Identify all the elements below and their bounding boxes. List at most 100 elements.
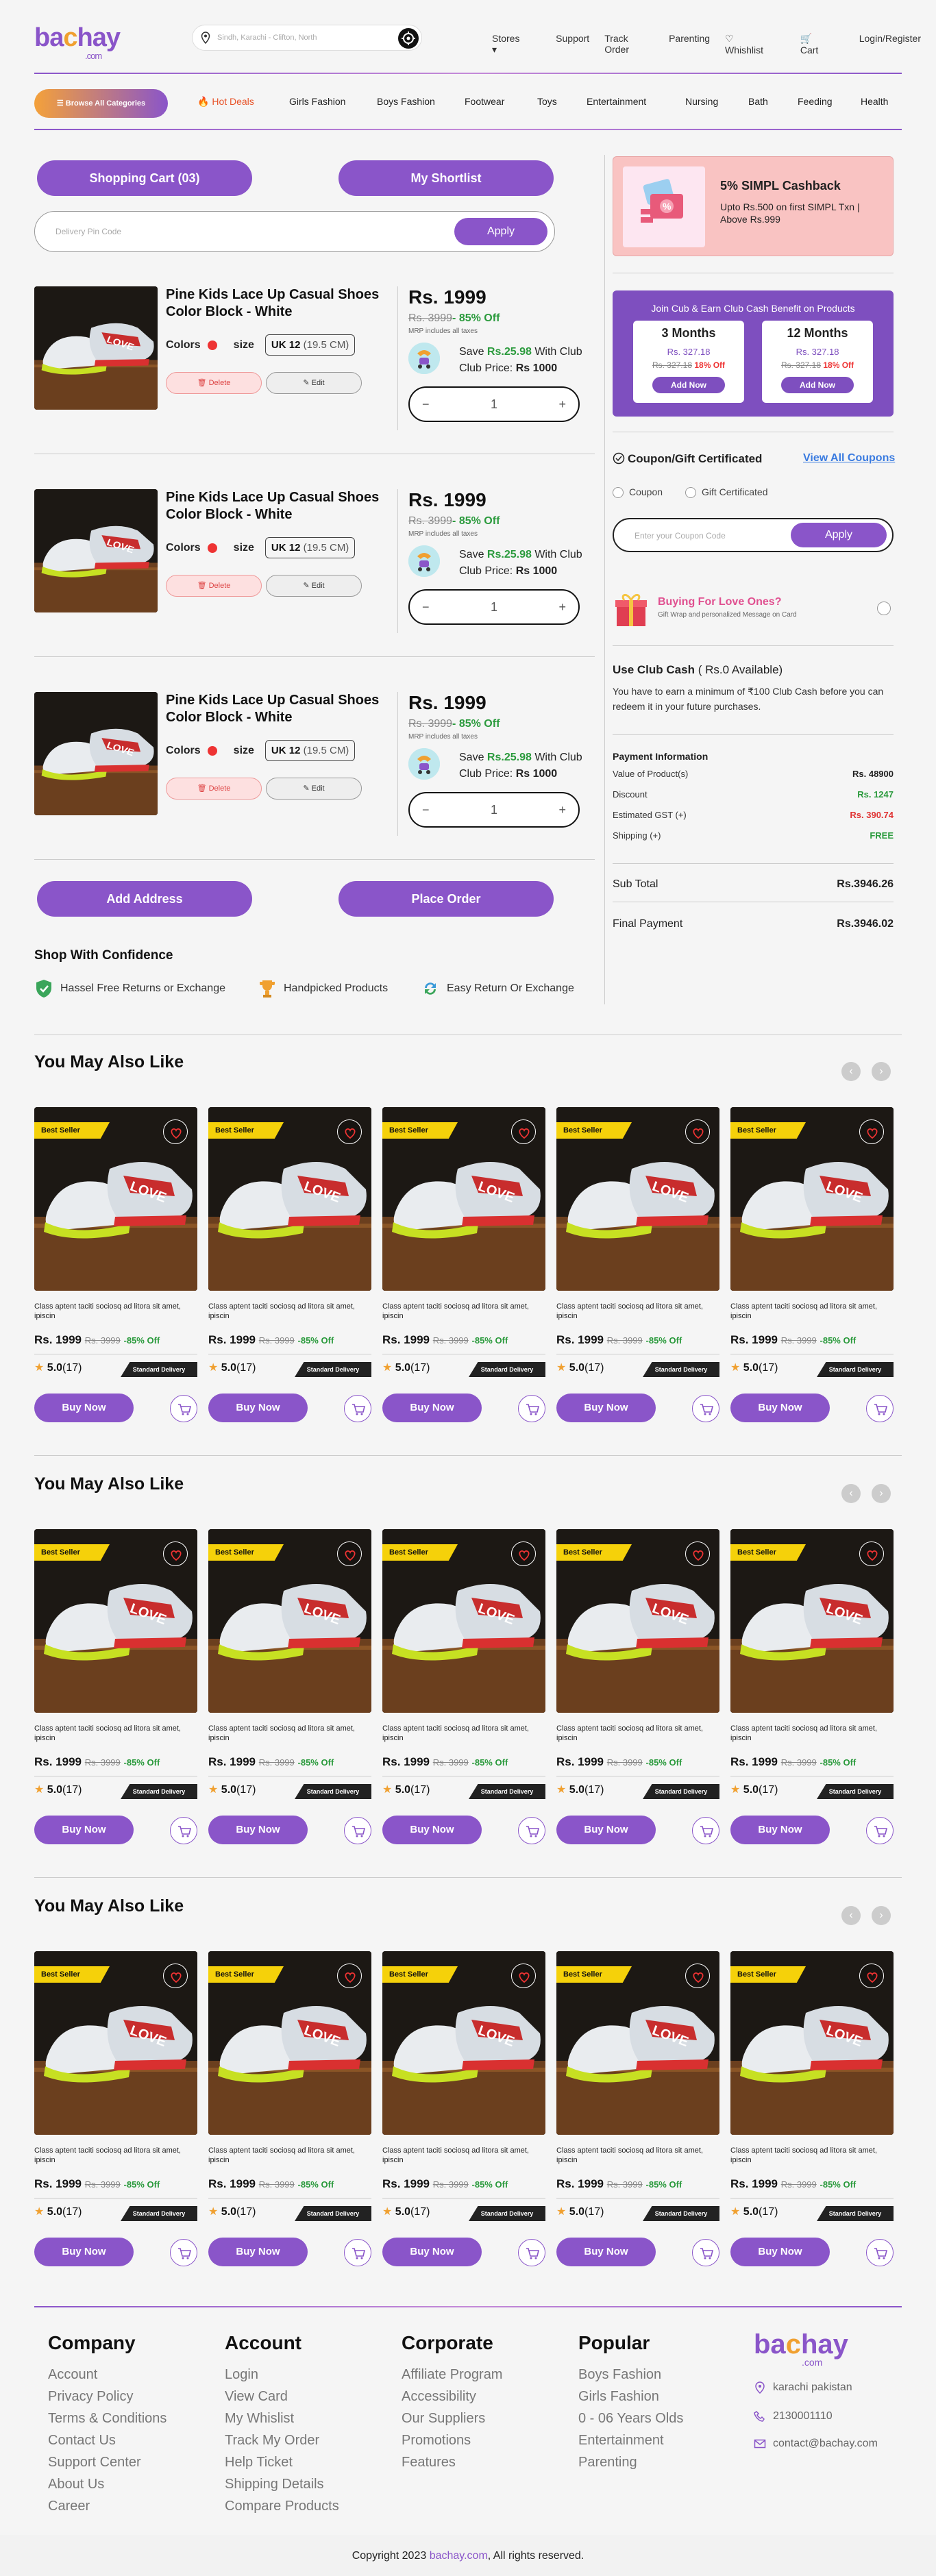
- color-swatch[interactable]: [207, 340, 217, 350]
- view-all-coupons-link[interactable]: View All Coupons: [803, 452, 895, 465]
- footer-link[interactable]: Entertainment: [578, 2429, 683, 2451]
- browse-categories-button[interactable]: ☰ Browse All Categories: [34, 89, 168, 118]
- buy-now-button[interactable]: Buy Now: [34, 2238, 134, 2266]
- nav-stores[interactable]: Stores ▾: [492, 33, 541, 55]
- nav-track-order[interactable]: Track Order: [604, 33, 654, 55]
- footer-logo[interactable]: bachay .com: [754, 2329, 848, 2368]
- size-selector[interactable]: UK 12 (19.5 CM): [264, 334, 356, 356]
- prev-arrow-icon[interactable]: ‹: [841, 1906, 861, 1925]
- color-swatch[interactable]: [207, 745, 217, 756]
- buy-now-button[interactable]: Buy Now: [208, 1394, 308, 1422]
- shopping-cart-button[interactable]: Shopping Cart (03): [37, 160, 252, 196]
- next-arrow-icon[interactable]: ›: [872, 1484, 891, 1503]
- nav-cart[interactable]: 🛒Cart: [800, 33, 844, 55]
- footer-link[interactable]: Affiliate Program: [402, 2364, 502, 2386]
- buy-now-button[interactable]: Buy Now: [382, 1816, 482, 1844]
- footer-link[interactable]: View Card: [225, 2386, 339, 2407]
- gift-radio-button[interactable]: [685, 487, 696, 499]
- logo[interactable]: bachay .com: [34, 23, 121, 61]
- nav-wishlist[interactable]: ♡Whishlist: [725, 33, 785, 55]
- add-to-cart-icon[interactable]: [518, 2239, 545, 2266]
- footer-link[interactable]: My Whislist: [225, 2407, 339, 2429]
- nav-parenting[interactable]: Parenting: [669, 33, 710, 55]
- wishlist-heart-icon[interactable]: [859, 1541, 884, 1566]
- coupon-radio[interactable]: Coupon: [613, 486, 663, 499]
- footer-link[interactable]: 0 - 06 Years Olds: [578, 2407, 683, 2429]
- add-to-cart-icon[interactable]: [344, 1395, 371, 1422]
- location-search[interactable]: Sindh, Karachi - Clifton, North: [192, 25, 422, 51]
- add-to-cart-icon[interactable]: [344, 2239, 371, 2266]
- pin-code-field[interactable]: Delivery Pin Code Apply: [34, 211, 555, 252]
- footer-link[interactable]: Features: [402, 2451, 502, 2473]
- size-selector[interactable]: UK 12 (19.5 CM): [264, 740, 356, 761]
- wishlist-heart-icon[interactable]: [859, 1964, 884, 1988]
- wishlist-heart-icon[interactable]: [685, 1964, 710, 1988]
- wishlist-heart-icon[interactable]: [163, 1119, 188, 1144]
- buy-now-button[interactable]: Buy Now: [556, 2238, 656, 2266]
- add-to-cart-icon[interactable]: [692, 1395, 719, 1422]
- add-to-cart-icon[interactable]: [170, 1395, 197, 1422]
- wishlist-heart-icon[interactable]: [163, 1964, 188, 1988]
- edit-button[interactable]: ✎ Edit: [266, 575, 362, 597]
- coupon-code-field[interactable]: Enter your Coupon Code Apply: [613, 518, 894, 552]
- buy-now-button[interactable]: Buy Now: [382, 1394, 482, 1422]
- cat-nursing[interactable]: Nursing: [685, 96, 748, 108]
- wishlist-heart-icon[interactable]: [511, 1119, 536, 1144]
- add-to-cart-icon[interactable]: [866, 1395, 894, 1422]
- wishlist-heart-icon[interactable]: [685, 1119, 710, 1144]
- shortlist-button[interactable]: My Shortlist: [338, 160, 554, 196]
- wishlist-heart-icon[interactable]: [163, 1541, 188, 1566]
- edit-button[interactable]: ✎ Edit: [266, 778, 362, 800]
- delete-button[interactable]: 🗑 Delete: [166, 372, 262, 394]
- gift-radio-button[interactable]: [877, 602, 891, 615]
- coupon-apply-button[interactable]: Apply: [791, 523, 887, 547]
- add-to-cart-icon[interactable]: [344, 1817, 371, 1844]
- footer-link[interactable]: Parenting: [578, 2451, 683, 2473]
- wishlist-heart-icon[interactable]: [859, 1119, 884, 1144]
- buy-now-button[interactable]: Buy Now: [34, 1394, 134, 1422]
- coupon-radio-button[interactable]: [613, 487, 624, 499]
- footer-link[interactable]: Girls Fashion: [578, 2386, 683, 2407]
- footer-link[interactable]: Boys Fashion: [578, 2364, 683, 2386]
- buy-now-button[interactable]: Buy Now: [556, 1394, 656, 1422]
- add-to-cart-icon[interactable]: [692, 2239, 719, 2266]
- footer-link[interactable]: Compare Products: [225, 2495, 339, 2517]
- add-to-cart-icon[interactable]: [170, 1817, 197, 1844]
- increment-button[interactable]: +: [558, 397, 566, 412]
- footer-link[interactable]: Accessibility: [402, 2386, 502, 2407]
- size-selector[interactable]: UK 12 (19.5 CM): [264, 537, 356, 558]
- add-to-cart-icon[interactable]: [692, 1817, 719, 1844]
- product-image[interactable]: LOVE: [34, 286, 158, 410]
- wishlist-heart-icon[interactable]: [511, 1541, 536, 1566]
- buy-now-button[interactable]: Buy Now: [730, 1816, 830, 1844]
- buy-now-button[interactable]: Buy Now: [556, 1816, 656, 1844]
- nav-login[interactable]: Login/Register: [859, 33, 921, 55]
- prev-arrow-icon[interactable]: ‹: [841, 1062, 861, 1081]
- footer-link[interactable]: Login: [225, 2364, 339, 2386]
- locate-me-icon[interactable]: [398, 28, 419, 49]
- wishlist-heart-icon[interactable]: [337, 1119, 362, 1144]
- cat-entertainment[interactable]: Entertainment: [587, 96, 685, 108]
- gift-radio[interactable]: Gift Certificated: [685, 486, 767, 499]
- footer-link[interactable]: Shipping Details: [225, 2473, 339, 2495]
- nav-support[interactable]: Support: [556, 33, 589, 55]
- color-swatch[interactable]: [207, 543, 217, 553]
- cat-health[interactable]: Health: [861, 96, 895, 108]
- wishlist-heart-icon[interactable]: [337, 1541, 362, 1566]
- quantity-stepper[interactable]: − 1 +: [408, 792, 580, 828]
- cat-feeding[interactable]: Feeding: [798, 96, 861, 108]
- footer-link[interactable]: Support Center: [48, 2451, 167, 2473]
- buy-now-button[interactable]: Buy Now: [382, 2238, 482, 2266]
- buy-now-button[interactable]: Buy Now: [208, 2238, 308, 2266]
- plan-add-button[interactable]: Add Now: [781, 377, 854, 393]
- add-to-cart-icon[interactable]: [518, 1395, 545, 1422]
- decrement-button[interactable]: −: [422, 397, 430, 412]
- decrement-button[interactable]: −: [422, 803, 430, 817]
- product-image[interactable]: LOVE: [34, 692, 158, 815]
- delete-button[interactable]: 🗑 Delete: [166, 575, 262, 597]
- gift-wrap-option[interactable]: Buying For Love Ones? Gift Wrap and pers…: [613, 589, 894, 628]
- place-order-button[interactable]: Place Order: [338, 881, 554, 917]
- edit-button[interactable]: ✎ Edit: [266, 372, 362, 394]
- quantity-stepper[interactable]: − 1 +: [408, 589, 580, 625]
- footer-link[interactable]: About Us: [48, 2473, 167, 2495]
